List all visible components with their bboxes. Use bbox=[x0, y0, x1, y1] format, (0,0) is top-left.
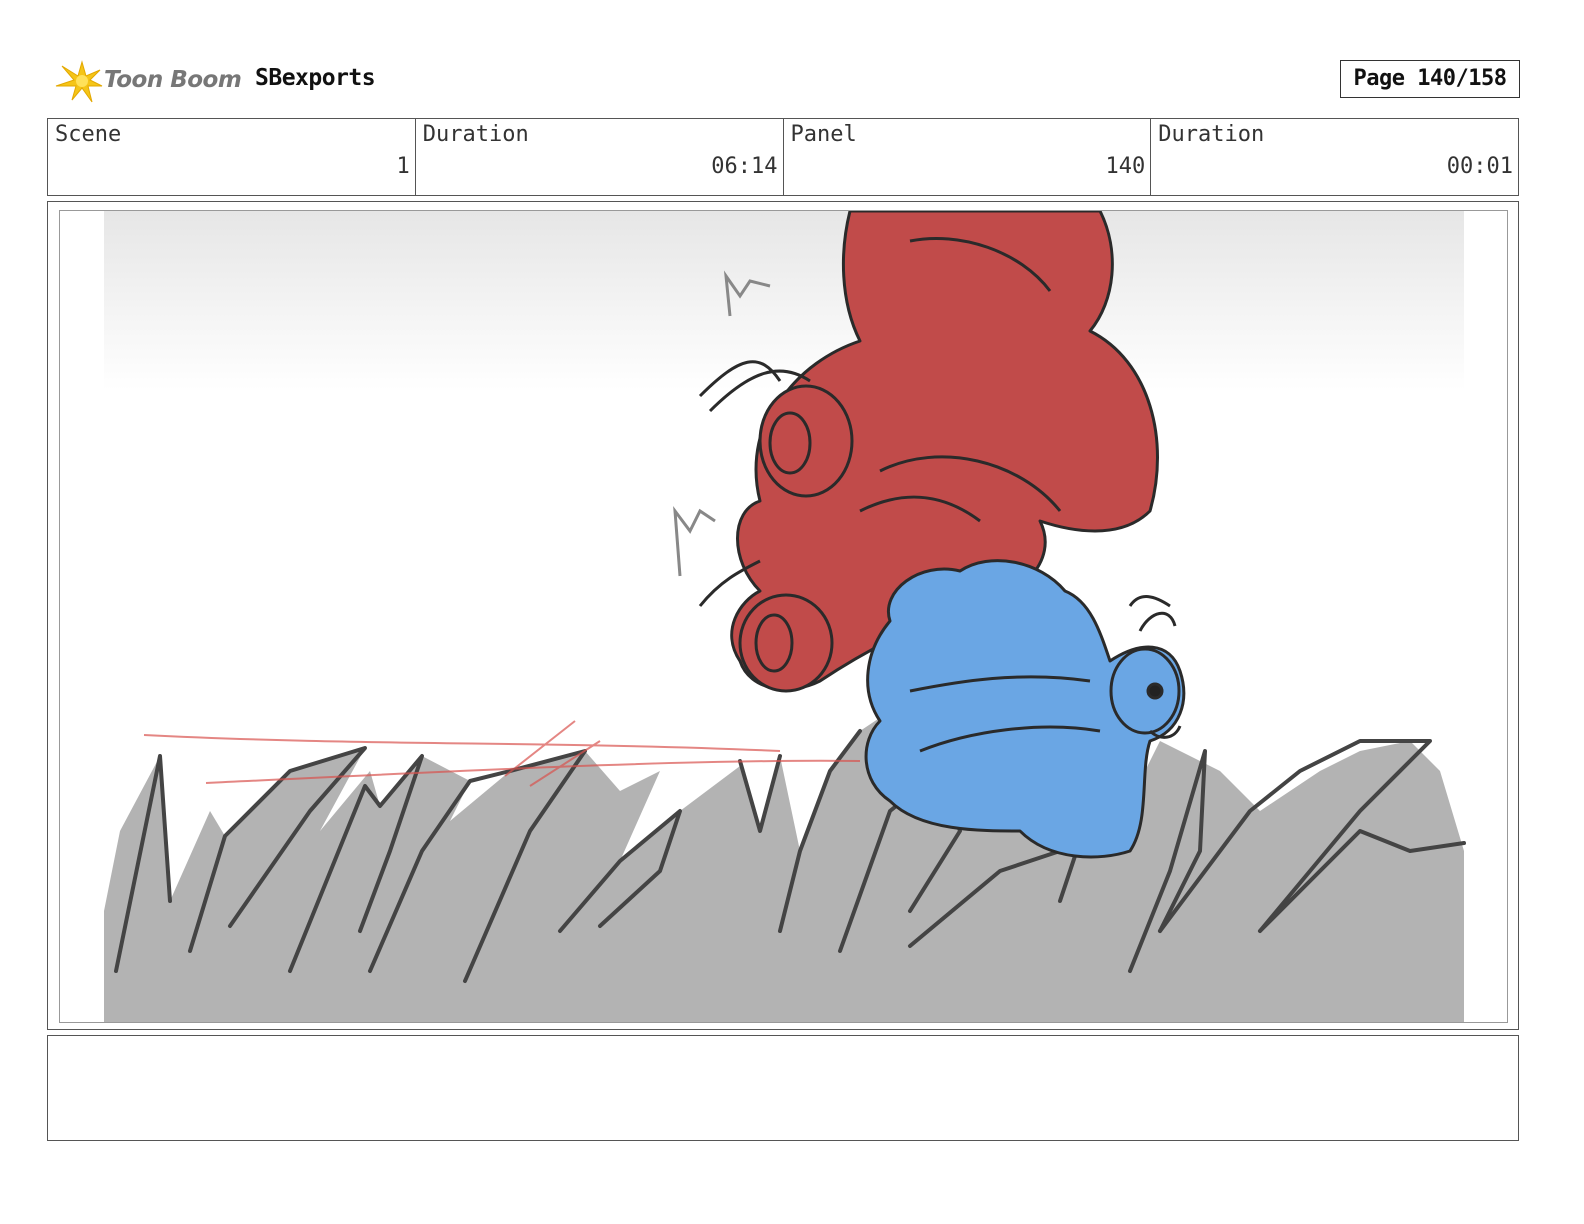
panel-duration-cell: Duration 00:01 bbox=[1151, 119, 1518, 195]
scene-value: 1 bbox=[396, 154, 410, 179]
project-name: SBexports bbox=[255, 65, 376, 91]
panel-info-table: Scene 1 Duration 06:14 Panel 140 Duratio… bbox=[47, 118, 1519, 196]
star-burst-icon bbox=[55, 60, 103, 103]
scene-duration-value: 06:14 bbox=[711, 154, 778, 179]
scene-duration-label: Duration bbox=[422, 122, 529, 147]
page-counter: Page 140/158 bbox=[1340, 60, 1520, 98]
scene-cell: Scene 1 bbox=[48, 119, 416, 195]
panel-label: Panel bbox=[790, 122, 857, 147]
logo-text: Toon Boom bbox=[104, 67, 242, 93]
storyboard-drawing bbox=[104, 211, 1466, 1022]
storyboard-panel bbox=[47, 201, 1519, 1030]
toon-boom-logo: Toon Boom bbox=[52, 56, 242, 106]
page-header: Toon Boom SBexports Page 140/158 bbox=[52, 56, 1532, 106]
panel-image-frame bbox=[59, 210, 1508, 1023]
panel-duration-value: 00:01 bbox=[1446, 154, 1513, 179]
scene-label: Scene bbox=[55, 122, 122, 147]
panel-value: 140 bbox=[1105, 154, 1146, 179]
panel-duration-label: Duration bbox=[1158, 122, 1265, 147]
notes-box bbox=[47, 1035, 1519, 1141]
scene-duration-cell: Duration 06:14 bbox=[416, 119, 784, 195]
panel-cell: Panel 140 bbox=[784, 119, 1152, 195]
